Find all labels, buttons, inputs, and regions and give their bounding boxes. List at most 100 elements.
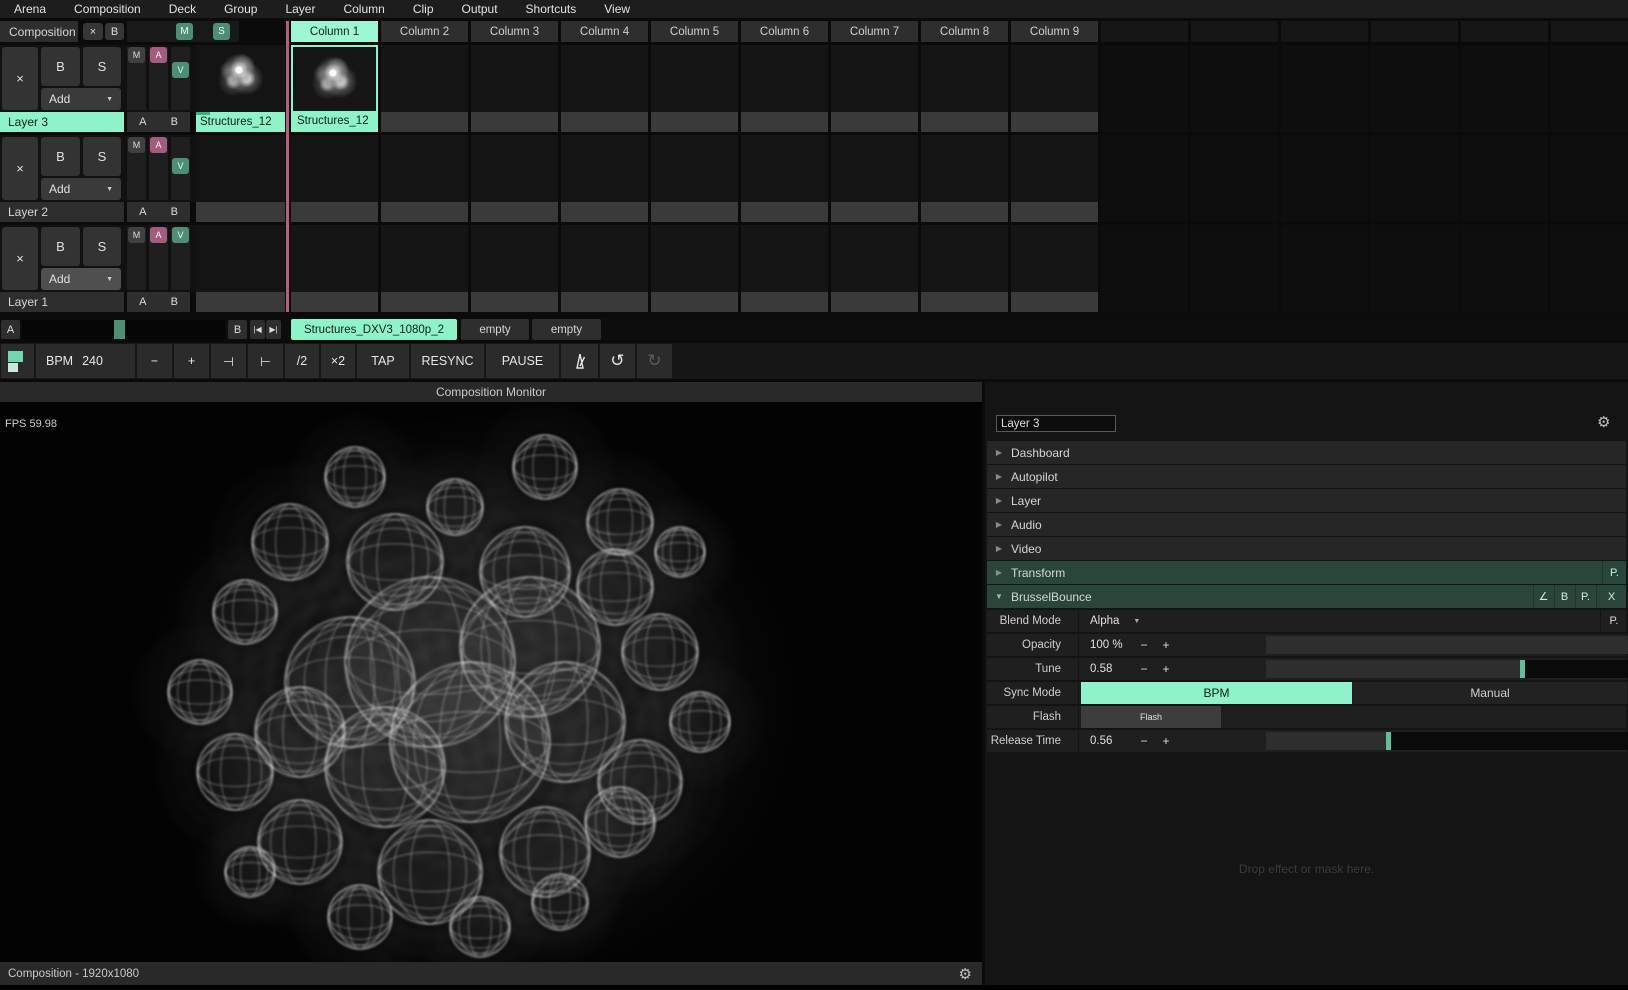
effect-bypass-button[interactable]: B	[1554, 585, 1574, 608]
clip-slot-empty[interactable]	[1371, 225, 1458, 312]
opacity-slider[interactable]	[1266, 636, 1628, 654]
section-transform[interactable]: ▶ Transform P.	[987, 561, 1626, 584]
blend-mode-dropdown[interactable]: Alpha ▼	[1081, 610, 1161, 632]
release-time-decrease-button[interactable]: −	[1136, 730, 1152, 752]
clip-slot-empty[interactable]	[1101, 225, 1188, 312]
add-clip-dropdown[interactable]: Add▼	[41, 268, 121, 290]
crossfade-a-button[interactable]: A	[1, 320, 20, 339]
layer-solo-button[interactable]: S	[83, 47, 121, 86]
menu-composition[interactable]: Composition	[60, 0, 155, 18]
mute-fader[interactable]: M	[127, 227, 146, 290]
layer-cross-b[interactable]: B	[171, 296, 178, 308]
effect-params-button[interactable]: P.	[1575, 585, 1595, 608]
clip-slot-empty[interactable]	[1461, 45, 1548, 132]
mute-fader-button[interactable]: M	[128, 137, 145, 153]
sync-mode-bpm-button[interactable]: BPM	[1081, 682, 1352, 704]
clip-slot-empty[interactable]	[831, 225, 918, 312]
flash-button[interactable]: Flash	[1081, 706, 1221, 728]
layer-cross-a[interactable]: A	[139, 296, 146, 308]
tune-decrease-button[interactable]: −	[1136, 658, 1152, 680]
next-deck-button[interactable]: ▶|	[266, 320, 281, 339]
redo-button[interactable]: ↻	[637, 344, 672, 378]
menu-arena[interactable]: Arena	[0, 0, 60, 18]
mute-fader[interactable]: M	[127, 137, 146, 200]
layer-settings-gear-icon[interactable]: ⚙	[1597, 413, 1610, 431]
metronome-button[interactable]	[561, 344, 598, 378]
layer-close-button[interactable]: ×	[2, 227, 38, 290]
clip-slot-empty[interactable]	[471, 135, 558, 222]
bpm-half-button[interactable]: /2	[285, 344, 319, 378]
layer-bypass-button[interactable]: B	[41, 227, 80, 266]
clip-slot-empty[interactable]	[741, 135, 828, 222]
clip-slot-empty[interactable]	[1371, 45, 1458, 132]
clip-slot-empty[interactable]	[1551, 45, 1628, 132]
clip-slot-empty[interactable]	[471, 45, 558, 132]
clip-slot-empty[interactable]	[1371, 135, 1458, 222]
layer-bypass-button[interactable]: B	[41, 137, 80, 176]
previous-deck-button[interactable]: |◀	[250, 320, 265, 339]
tune-value[interactable]: 0.58	[1081, 658, 1135, 680]
section-video[interactable]: ▶ Video	[987, 537, 1626, 560]
clip-slot-empty[interactable]	[921, 135, 1008, 222]
composition-close-button[interactable]: ×	[83, 23, 103, 40]
clip-slot-empty[interactable]	[561, 45, 648, 132]
layer-close-button[interactable]: ×	[2, 137, 38, 200]
sync-mode-manual-button[interactable]: Manual	[1353, 682, 1627, 704]
crossfader-track[interactable]	[22, 320, 225, 339]
release-time-increase-button[interactable]: +	[1158, 730, 1174, 752]
clip-slot-empty[interactable]	[381, 45, 468, 132]
crossfade-b-button[interactable]: B	[228, 320, 247, 339]
layer-name-input[interactable]	[996, 415, 1116, 432]
opacity-decrease-button[interactable]: −	[1136, 634, 1152, 656]
audio-fader[interactable]: A	[149, 47, 168, 110]
menu-output[interactable]: Output	[448, 0, 512, 18]
menu-group[interactable]: Group	[210, 0, 271, 18]
menu-view[interactable]: View	[590, 0, 644, 18]
tap-button[interactable]: TAP	[357, 344, 409, 378]
tune-increase-button[interactable]: +	[1158, 658, 1174, 680]
deck-tab-structures[interactable]: Structures_DXV3_1080p_2	[291, 319, 457, 340]
layer-name-label[interactable]: Layer 2	[0, 202, 124, 222]
slider-marker[interactable]	[1386, 732, 1391, 750]
audio-fader[interactable]: A	[149, 227, 168, 290]
crossfader-handle[interactable]	[114, 320, 125, 339]
video-fader[interactable]: V	[171, 137, 190, 200]
clip-slot-empty[interactable]	[831, 135, 918, 222]
add-clip-dropdown[interactable]: Add▼	[41, 88, 121, 110]
slider-marker[interactable]	[1520, 660, 1525, 678]
layer-cross-b[interactable]: B	[171, 206, 178, 218]
clip-slot-empty[interactable]	[471, 225, 558, 312]
layer-cross-b[interactable]: B	[171, 116, 178, 128]
section-layer[interactable]: ▶ Layer	[987, 489, 1626, 512]
blend-params-button[interactable]: P.	[1600, 610, 1627, 632]
layer-solo-button[interactable]: S	[83, 137, 121, 176]
video-fader-button[interactable]: V	[172, 158, 189, 174]
clip-slot-empty[interactable]	[561, 135, 648, 222]
column-header-8[interactable]: Column 8	[921, 21, 1008, 42]
clip-slot-empty[interactable]	[1011, 225, 1098, 312]
audio-fader-button[interactable]: A	[150, 137, 167, 153]
mute-fader-button[interactable]: M	[128, 227, 145, 243]
clip-slot-empty[interactable]	[651, 45, 738, 132]
clip-slot-empty[interactable]	[741, 45, 828, 132]
composition-mute-button[interactable]: M	[176, 23, 193, 40]
clip-slot-empty[interactable]	[1191, 225, 1278, 312]
layer-bypass-button[interactable]: B	[41, 47, 80, 86]
section-dashboard[interactable]: ▶ Dashboard	[987, 441, 1626, 464]
release-time-value[interactable]: 0.56	[1081, 730, 1135, 752]
clip-slot-empty[interactable]	[921, 45, 1008, 132]
section-autopilot[interactable]: ▶ Autopilot	[987, 465, 1626, 488]
layer-name-label[interactable]: Layer 1	[0, 292, 124, 312]
clip-slot-empty[interactable]	[1461, 135, 1548, 222]
clip-slot-empty[interactable]	[1281, 225, 1368, 312]
clip-slot-empty[interactable]	[1101, 45, 1188, 132]
clip-slot-empty[interactable]	[381, 135, 468, 222]
column-header-1[interactable]: Column 1	[291, 21, 378, 42]
layer-solo-button[interactable]: S	[83, 227, 121, 266]
bpm-display[interactable]: BPM 240	[36, 344, 135, 378]
column-header-7[interactable]: Column 7	[831, 21, 918, 42]
composition-active-indicator[interactable]	[1, 344, 34, 378]
clip-slot-empty[interactable]	[831, 45, 918, 132]
effect-header-brusselbounce[interactable]: ▼ BrusselBounce ∠ B P. X	[987, 585, 1626, 608]
deck-tab-empty-1[interactable]: empty	[461, 319, 529, 340]
